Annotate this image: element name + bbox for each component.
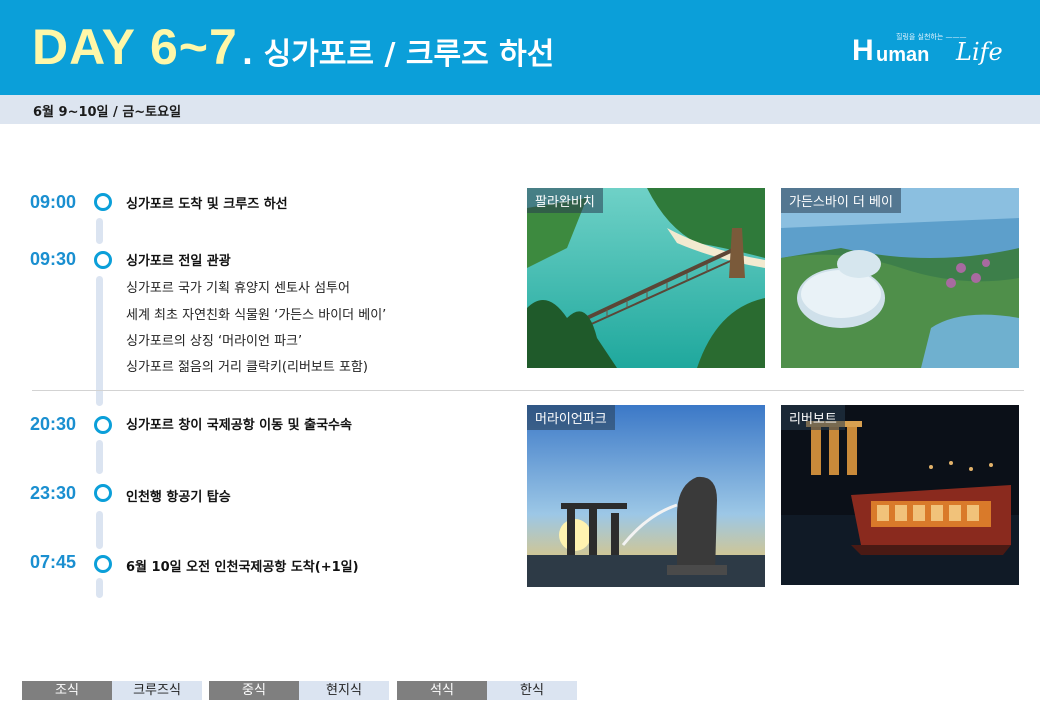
schedule-item: 싱가포르 젊음의 거리 클락키(리버보트 포함) (126, 360, 368, 375)
time-label: 09:00 (30, 192, 77, 212)
time-label: 09:30 (30, 249, 77, 269)
palawan-beach-photo: 팔라완비치 (527, 188, 765, 368)
gardens-by-the-bay-photo: 가든스바이 더 베이 (781, 188, 1019, 368)
human-life-logo: 힐링을 실천하는 ——— H uman Life (852, 30, 1003, 74)
day-subtitle: . 싱가포르 / 크루즈 하선 (241, 37, 555, 72)
timeline-segment (96, 276, 103, 406)
meal-lunch: 중식 현지식 (209, 681, 389, 700)
timeline-segment (96, 578, 103, 598)
timeline-dot (94, 251, 112, 269)
river-boat-photo: 리버보트 (781, 405, 1019, 585)
schedule-item: 싱가포르의 상징 ‘머라이언 파크’ (126, 334, 303, 349)
photo-label: 팔라완비치 (527, 188, 603, 213)
timeline-dot (94, 555, 112, 573)
photo-label: 머라이언파크 (527, 405, 615, 430)
timeline-dot (94, 416, 112, 434)
logo-uman: uman (876, 44, 930, 66)
schedule-item: 인천행 항공기 탑승 (126, 490, 231, 505)
meal-value: 크루즈식 (112, 681, 202, 700)
logo-life: Life (956, 38, 1003, 66)
timeline-dot (94, 484, 112, 502)
time-label: 07:45 (30, 552, 77, 572)
merlion-park-photo: 머라이언파크 (527, 405, 765, 587)
meal-value: 현지식 (299, 681, 389, 700)
section-divider (32, 390, 1024, 391)
time-label: 23:30 (30, 483, 77, 503)
meal-key: 석식 (397, 681, 487, 700)
meal-dinner: 석식 한식 (397, 681, 577, 700)
schedule-item: 싱가포르 도착 및 크루즈 하선 (126, 197, 288, 212)
page-title: DAY 6~7 . 싱가포르 / 크루즈 하선 (32, 18, 554, 82)
meal-key: 조식 (22, 681, 112, 700)
logo-h: H (852, 34, 874, 67)
timeline-segment (96, 440, 103, 474)
meal-key: 중식 (209, 681, 299, 700)
schedule-item: 싱가포르 창이 국제공항 이동 및 출국수속 (126, 418, 352, 433)
timeline-segment (96, 511, 103, 549)
photo-label: 리버보트 (781, 405, 845, 430)
date-bar: 6월 9~10일 / 금~토요일 (0, 95, 1040, 124)
meal-breakfast: 조식 크루즈식 (22, 681, 202, 700)
photo-label: 가든스바이 더 베이 (781, 188, 901, 213)
meal-value: 한식 (487, 681, 577, 700)
header-banner: DAY 6~7 . 싱가포르 / 크루즈 하선 힐링을 실천하는 ——— H u… (0, 0, 1040, 95)
timeline-track (94, 0, 112, 720)
timeline-dot (94, 193, 112, 211)
time-label: 20:30 (30, 414, 77, 434)
day-title: DAY 6~7 (32, 19, 238, 75)
timeline-segment (96, 218, 103, 244)
schedule-item: 싱가포르 전일 관광 (126, 254, 231, 269)
schedule-item: 싱가포르 국가 기획 휴양지 센토사 섬투어 (126, 281, 350, 296)
date-line: 6월 9~10일 / 금~토요일 (33, 105, 182, 120)
schedule-item: 세계 최초 자연친화 식물원 ‘가든스 바이더 베이’ (126, 308, 387, 323)
schedule-item: 6월 10일 오전 인천국제공항 도착(+1일) (126, 560, 359, 575)
